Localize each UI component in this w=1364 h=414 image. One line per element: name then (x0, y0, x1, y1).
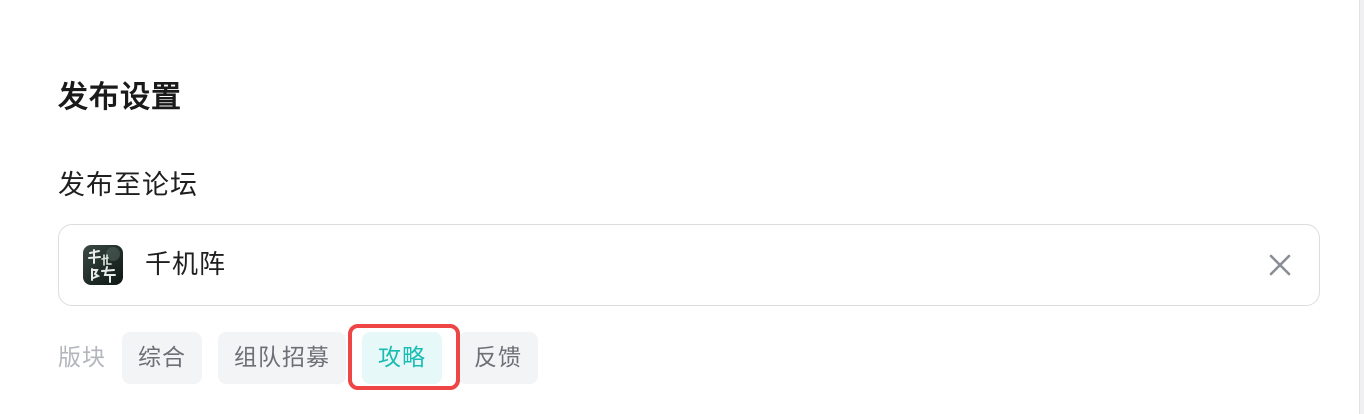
board-chip-general[interactable]: 综合 (122, 332, 202, 384)
board-label: 版块 (58, 345, 106, 371)
close-icon[interactable] (1267, 252, 1293, 278)
board-chip-guide[interactable]: 攻略 (362, 332, 442, 384)
game-logo (83, 245, 123, 285)
section-title: 发布设置 (58, 80, 182, 115)
page-scrollbar-edge (1359, 0, 1364, 414)
board-chip-team-recruit[interactable]: 组队招募 (218, 332, 346, 384)
forum-name: 千机阵 (145, 250, 227, 280)
publish-target-label: 发布至论坛 (58, 170, 198, 201)
board-chip-feedback[interactable]: 反馈 (458, 332, 538, 384)
forum-select[interactable]: 千机阵 (58, 224, 1320, 306)
